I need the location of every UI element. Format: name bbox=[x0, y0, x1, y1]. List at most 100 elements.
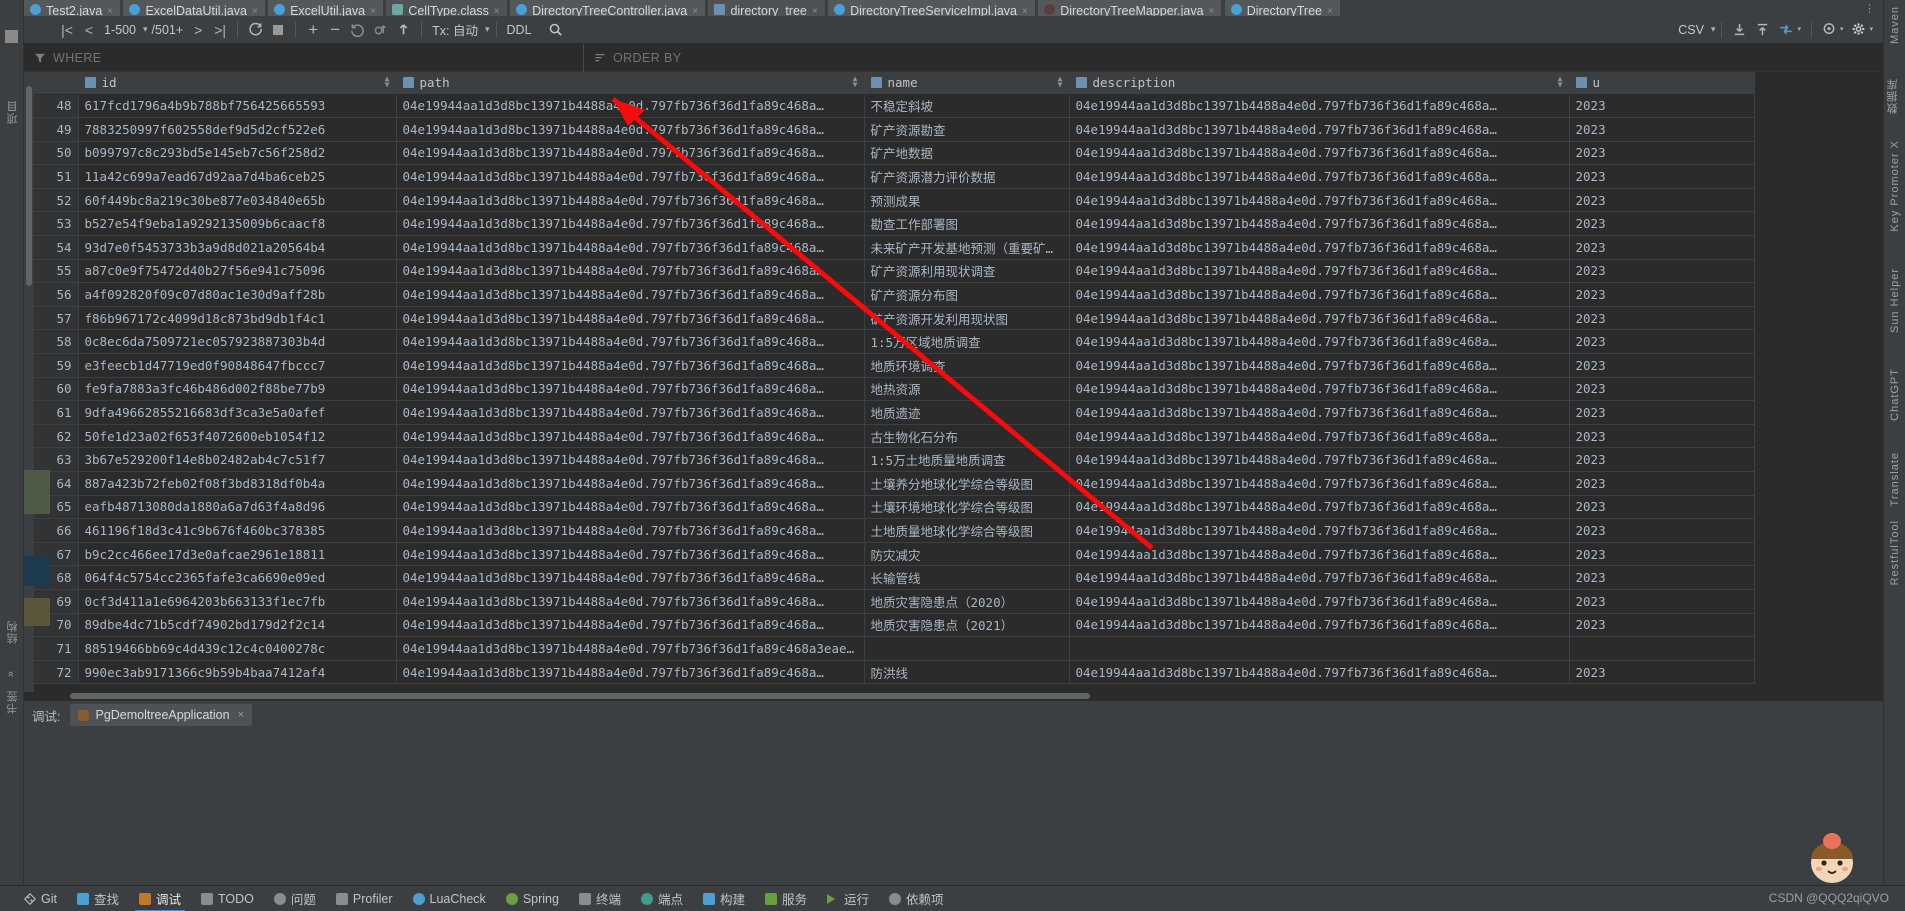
row-number-cell[interactable]: 59 bbox=[34, 353, 79, 378]
ddl-button[interactable]: DDL bbox=[503, 23, 536, 37]
cell-path[interactable]: 04e19944aa1d3d8bc13971b4488a4e0d.797fb73… bbox=[396, 353, 865, 378]
cell-description[interactable]: 04e19944aa1d3d8bc13971b4488a4e0d.797fb73… bbox=[1069, 400, 1570, 425]
cell-description[interactable]: 04e19944aa1d3d8bc13971b4488a4e0d.797fb73… bbox=[1069, 471, 1570, 496]
close-icon[interactable]: × bbox=[1209, 6, 1215, 16]
cell-description[interactable]: 04e19944aa1d3d8bc13971b4488a4e0d.797fb73… bbox=[1069, 211, 1570, 237]
cell-u[interactable]: 2023 bbox=[1569, 613, 1755, 638]
table-row[interactable]: 50 b099797c8c293bd5e145eb7c56f258d2 04e199… bbox=[34, 141, 1755, 166]
row-number-cell[interactable]: 50 bbox=[34, 141, 79, 166]
cell-path[interactable]: 04e19944aa1d3d8bc13971b4488a4e0d.797fb73… bbox=[396, 164, 865, 189]
table-row[interactable]: 53 b527e54f9eba1a9292135009b6caacf8 04e199… bbox=[34, 211, 1755, 237]
cell-description[interactable]: 04e19944aa1d3d8bc13971b4488a4e0d.797fb73… bbox=[1069, 495, 1570, 520]
cell-name[interactable]: 勘查工作部署图 bbox=[864, 211, 1070, 237]
cell-name[interactable] bbox=[864, 636, 1070, 661]
upload-icon[interactable] bbox=[392, 19, 415, 41]
orderby-clause-field[interactable]: ORDER BY bbox=[584, 44, 692, 72]
cell-id[interactable]: 887a423b72feb02f08f3bd8318df0b4a bbox=[78, 471, 397, 496]
status-item-luacheck[interactable]: LuaCheck bbox=[403, 886, 496, 911]
cell-description[interactable]: 04e19944aa1d3d8bc13971b4488a4e0d.797fb73… bbox=[1069, 353, 1570, 378]
grid-horizontal-scrollbar-thumb[interactable] bbox=[70, 693, 1090, 699]
cell-id[interactable]: 064f4c5754cc2365fafe3ca6690e09ed bbox=[78, 565, 397, 590]
sort-indicator-icon[interactable]: ▲ ▼ bbox=[1058, 75, 1063, 89]
cell-description[interactable]: 04e19944aa1d3d8bc13971b4488a4e0d.797fb73… bbox=[1069, 259, 1570, 284]
row-number-cell[interactable]: 53 bbox=[34, 211, 79, 237]
right-strip-label-maven[interactable]: Maven bbox=[1889, 6, 1901, 44]
last-page-button[interactable]: >| bbox=[209, 19, 231, 41]
status-item-terminal[interactable]: 终端 bbox=[569, 886, 631, 911]
first-page-button[interactable]: |< bbox=[56, 19, 78, 41]
column-header-rownum[interactable] bbox=[34, 72, 79, 95]
table-row[interactable]: 65 eafb48713080da1880a6a7d63f4a8d96 04e199… bbox=[34, 495, 1755, 520]
cell-description[interactable]: 04e19944aa1d3d8bc13971b4488a4e0d.797fb73… bbox=[1069, 141, 1570, 166]
editor-tab-directorytreecontroller[interactable]: DirectoryTreeController.java × bbox=[510, 0, 706, 16]
cell-name[interactable]: 长输管线 bbox=[864, 565, 1070, 590]
debug-session-tab[interactable]: PgDemoltreeApplication × bbox=[70, 704, 253, 726]
column-header-path[interactable]: path ▲ ▼ bbox=[396, 72, 865, 95]
cell-path[interactable]: 04e19944aa1d3d8bc13971b4488a4e0d.797fb73… bbox=[396, 447, 865, 472]
cell-u[interactable]: 2023 bbox=[1569, 353, 1755, 378]
row-number-cell[interactable]: 56 bbox=[34, 282, 79, 307]
editor-tab-directorytreeserviceimpl[interactable]: DirectoryTreeServiceImpl.java × bbox=[828, 0, 1035, 16]
cell-description[interactable]: 04e19944aa1d3d8bc13971b4488a4e0d.797fb73… bbox=[1069, 613, 1570, 638]
close-icon[interactable]: × bbox=[238, 709, 244, 721]
row-number-cell[interactable]: 52 bbox=[34, 188, 79, 213]
row-number-cell[interactable]: 62 bbox=[34, 424, 79, 449]
cell-id[interactable]: fe9fa7883a3fc46b486d002f88be77b9 bbox=[78, 377, 397, 402]
cell-path[interactable]: 04e19944aa1d3d8bc13971b4488a4e0d.797fb73… bbox=[396, 211, 865, 237]
editor-tab-test2[interactable]: Test2.java × bbox=[24, 0, 121, 16]
status-item-spring[interactable]: Spring bbox=[496, 886, 569, 911]
status-item-run[interactable]: 运行 bbox=[817, 886, 879, 911]
cell-path[interactable]: 04e19944aa1d3d8bc13971b4488a4e0d.797fb73… bbox=[396, 424, 865, 449]
cell-name[interactable]: 地质灾害隐患点（2020） bbox=[864, 589, 1070, 614]
cell-description[interactable]: 04e19944aa1d3d8bc13971b4488a4e0d.797fb73… bbox=[1069, 377, 1570, 402]
cell-path[interactable]: 04e19944aa1d3d8bc13971b4488a4e0d.797fb73… bbox=[396, 400, 865, 425]
delete-row-button[interactable]: − bbox=[324, 19, 346, 41]
table-row[interactable]: 58 0c8ec6da7509721ec057923887303b4d 04e199… bbox=[34, 329, 1755, 355]
cell-u[interactable]: 2023 bbox=[1569, 424, 1755, 449]
cell-u[interactable]: 2023 bbox=[1569, 282, 1755, 307]
cell-id[interactable]: f86b967172c4099d18c873bd9db1f4c1 bbox=[78, 306, 397, 331]
cell-path[interactable]: 04e19944aa1d3d8bc13971b4488a4e0d.797fb73… bbox=[396, 329, 865, 355]
cell-id[interactable]: 617fcd1796a4b9b788bf756425665593 bbox=[78, 94, 397, 119]
table-row[interactable]: 72 990ec3ab9171366c9b59b4baa7412af4 04e199… bbox=[34, 660, 1755, 685]
row-number-cell[interactable]: 71 bbox=[34, 636, 79, 661]
row-number-cell[interactable]: 58 bbox=[34, 329, 79, 355]
cell-name[interactable]: 矿产地数据 bbox=[864, 141, 1070, 166]
status-item-endpoints[interactable]: 端点 bbox=[631, 886, 693, 911]
cell-name[interactable]: 矿产资源开发利用现状图 bbox=[864, 306, 1070, 331]
cell-name[interactable]: 预测成果 bbox=[864, 188, 1070, 213]
cell-id[interactable]: 93d7e0f5453733b3a9d8d021a20564b4 bbox=[78, 235, 397, 260]
cell-description[interactable]: 04e19944aa1d3d8bc13971b4488a4e0d.797fb73… bbox=[1069, 94, 1570, 119]
table-row[interactable]: 64 887a423b72feb02f08f3bd8318df0b4a 04e199… bbox=[34, 471, 1755, 496]
status-item-find[interactable]: 查找 bbox=[67, 886, 129, 911]
import-icon[interactable] bbox=[1751, 19, 1774, 41]
cell-name[interactable]: 地质灾害隐患点（2021） bbox=[864, 613, 1070, 638]
table-row[interactable]: 60 fe9fa7883a3fc46b486d002f88be77b9 04e199… bbox=[34, 377, 1755, 402]
cell-description[interactable]: 04e19944aa1d3d8bc13971b4488a4e0d.797fb73… bbox=[1069, 447, 1570, 472]
chevron-right-icon[interactable]: » bbox=[5, 670, 17, 677]
cell-path[interactable]: 04e19944aa1d3d8bc13971b4488a4e0d.797fb73… bbox=[396, 306, 865, 331]
cell-name[interactable]: 矿产资源潜力评价数据 bbox=[864, 164, 1070, 189]
close-icon[interactable]: × bbox=[107, 6, 113, 16]
cell-id[interactable]: 60f449bc8a219c30be877e034840e65b bbox=[78, 188, 397, 213]
cell-path[interactable]: 04e19944aa1d3d8bc13971b4488a4e0d.797fb73… bbox=[396, 141, 865, 166]
transaction-mode-label[interactable]: Tx: 自动 bbox=[428, 20, 482, 39]
cell-id[interactable]: 9dfa49662855216683df3ca3e5a0afef bbox=[78, 400, 397, 425]
submit-icon[interactable] bbox=[369, 19, 392, 41]
status-item-services[interactable]: 服务 bbox=[755, 886, 817, 911]
row-number-cell[interactable]: 49 bbox=[34, 117, 79, 142]
stop-icon[interactable] bbox=[267, 19, 289, 41]
cell-u[interactable]: 2023 bbox=[1569, 565, 1755, 590]
sort-indicator-icon[interactable]: ▲ ▼ bbox=[853, 75, 858, 89]
page-range-label[interactable]: 1-500 bbox=[100, 23, 140, 37]
cell-id[interactable]: a4f092820f09c07d80ac1e30d9aff28b bbox=[78, 282, 397, 307]
column-header-name[interactable]: name ▲ ▼ bbox=[864, 72, 1070, 95]
cell-u[interactable]: 2023 bbox=[1569, 495, 1755, 520]
editor-tab-exceldatautil[interactable]: ExcelDataUtil.java × bbox=[123, 0, 265, 16]
cell-id[interactable]: 11a42c699a7ead67d92aa7d4ba6ceb25 bbox=[78, 164, 397, 189]
table-row[interactable]: 55 a87c0e9f75472d40b27f56e941c75096 04e199… bbox=[34, 259, 1755, 284]
editor-tab-directory-tree[interactable]: directory_tree × bbox=[708, 0, 825, 16]
row-number-cell[interactable]: 54 bbox=[34, 235, 79, 260]
cell-id[interactable]: 89dbe4dc71b5cdf74902bd179d2f2c14 bbox=[78, 613, 397, 638]
cell-path[interactable]: 04e19944aa1d3d8bc13971b4488a4e0d.797fb73… bbox=[396, 94, 865, 119]
